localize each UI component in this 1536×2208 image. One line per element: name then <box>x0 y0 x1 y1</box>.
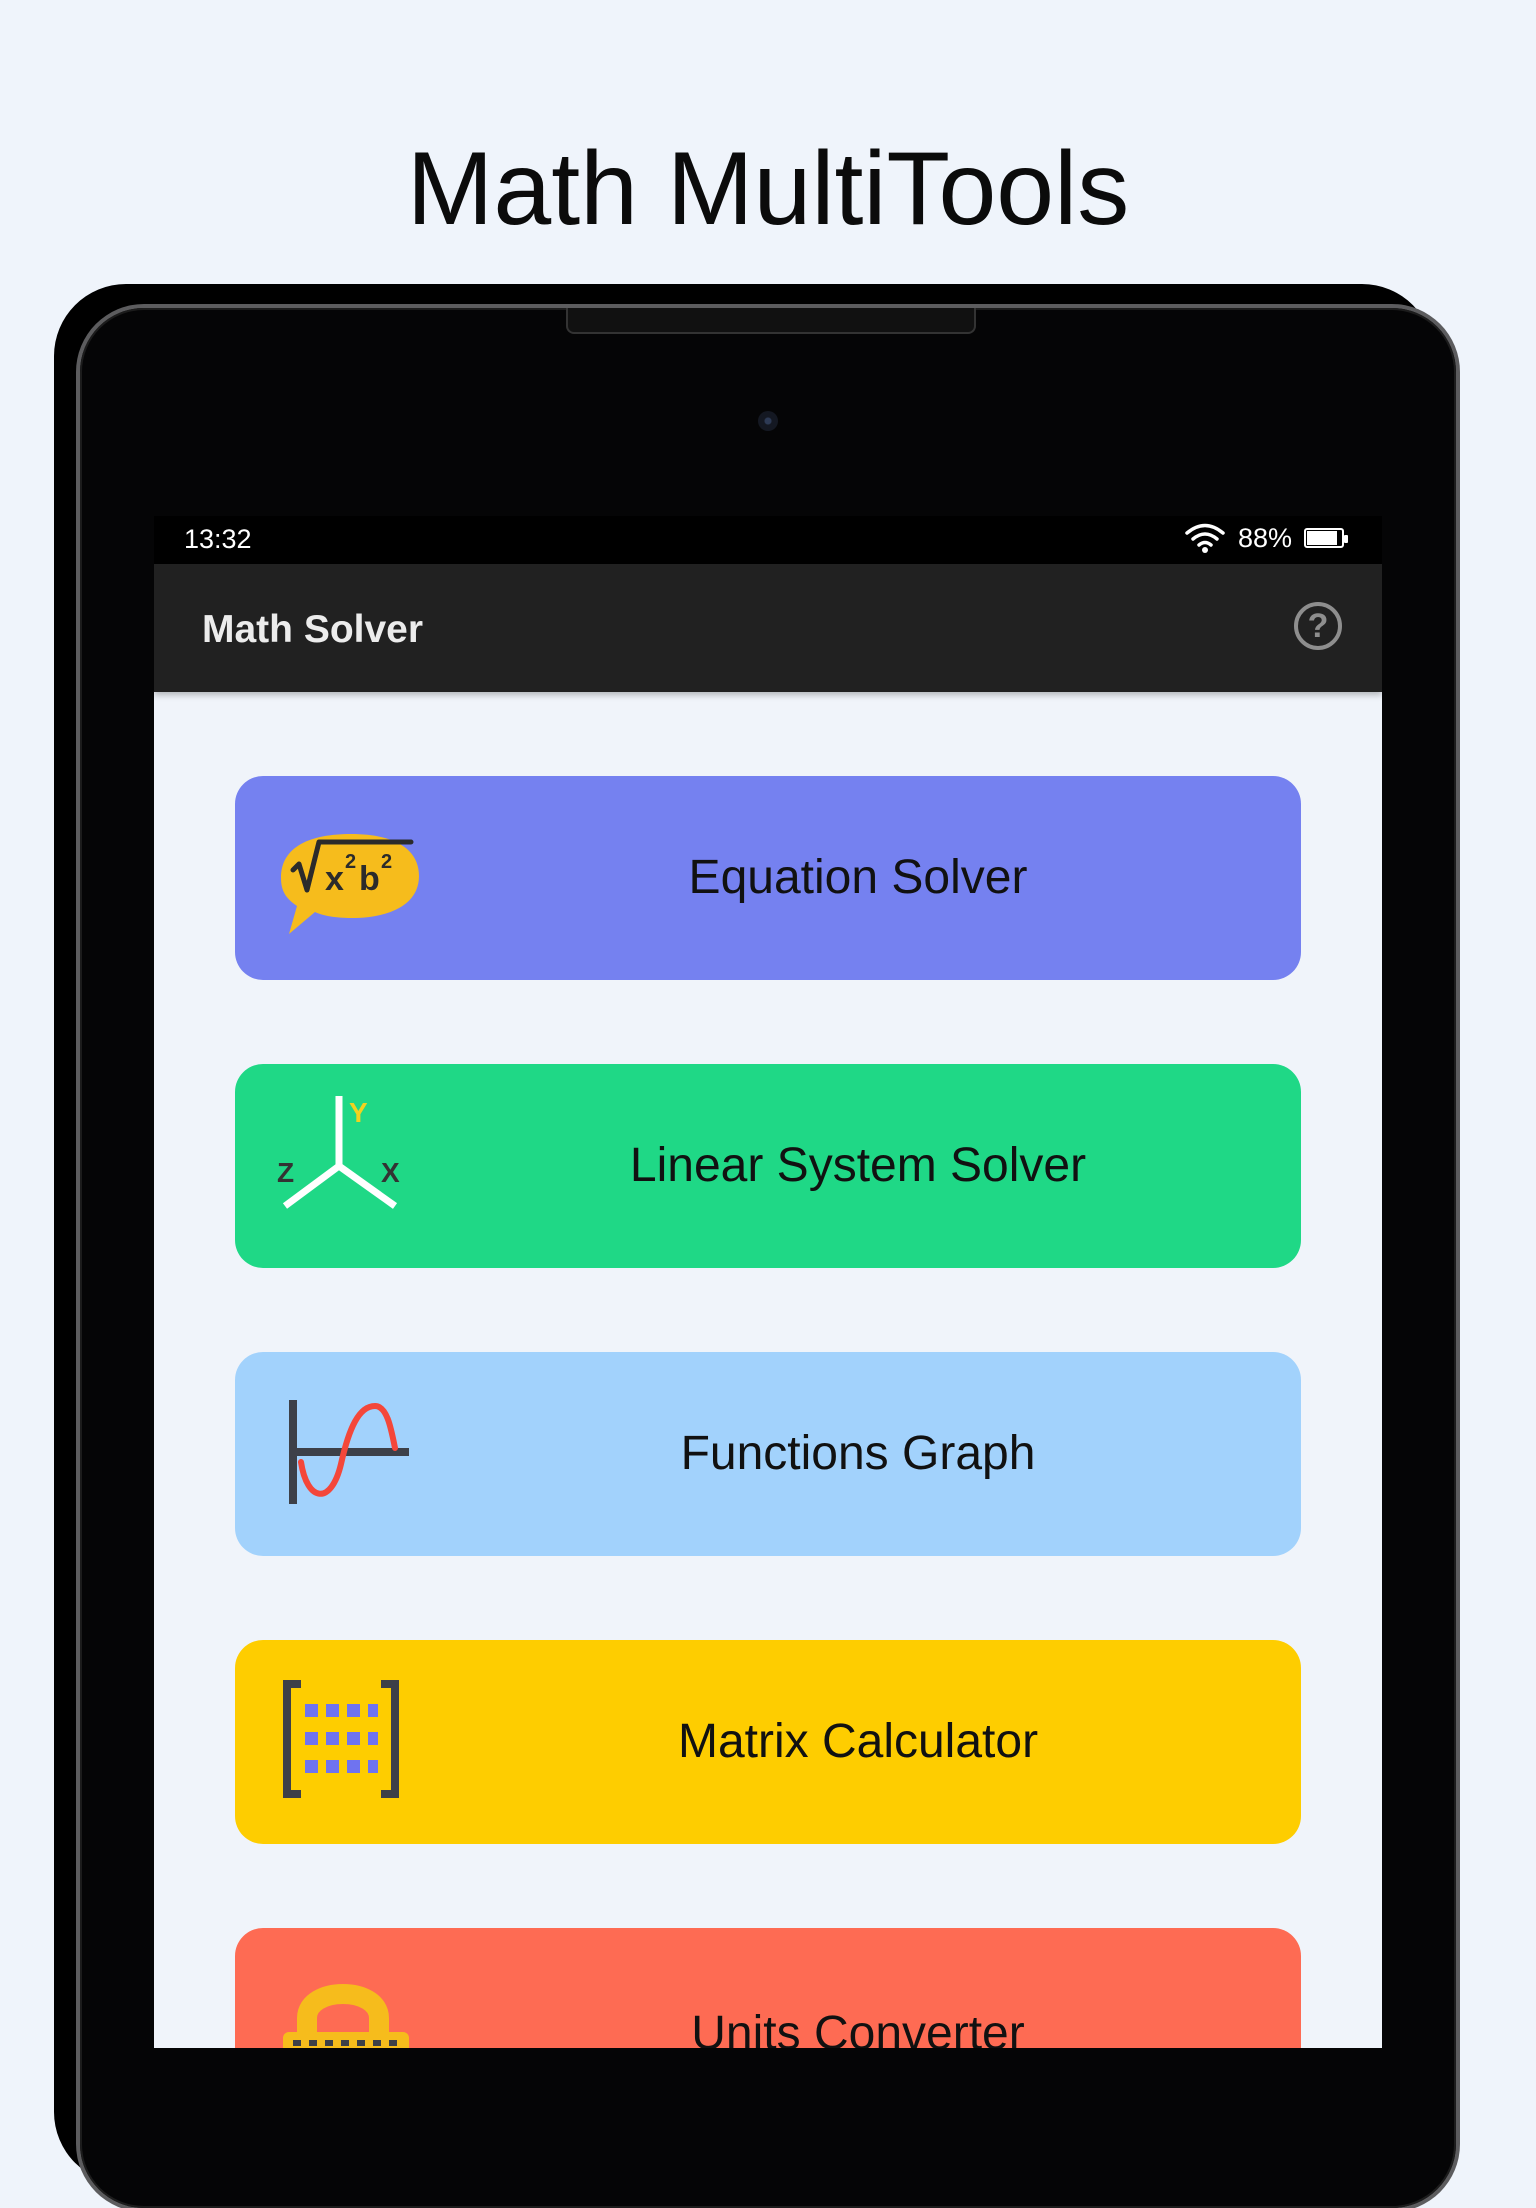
svg-text:b: b <box>359 860 380 898</box>
sine-graph-icon <box>289 1400 409 1504</box>
svg-text:2: 2 <box>381 851 392 873</box>
app-bar: Math Solver ? <box>154 564 1382 692</box>
svg-text:Z: Z <box>277 1157 294 1188</box>
svg-text:X: X <box>381 1157 400 1188</box>
app-screen: 13:32 88% Math Solver ? x 2 b 2 Equation… <box>154 516 1382 2048</box>
matrix-calculator-button[interactable]: Matrix Calculator <box>235 1640 1301 1844</box>
xyz-axes-icon: Y Z X <box>277 1096 400 1209</box>
help-circle-icon[interactable]: ? <box>1294 602 1342 650</box>
units-converter-label: Units Converter <box>691 2007 1025 2048</box>
linear-system-solver-label: Linear System Solver <box>629 1139 1087 1192</box>
linear-system-solver-button[interactable]: Y Z X Linear System Solver <box>235 1064 1301 1268</box>
status-indicators: 88% <box>1184 522 1348 554</box>
functions-graph-label: Functions Graph <box>680 1427 1036 1480</box>
functions-graph-button[interactable]: Functions Graph <box>235 1352 1301 1556</box>
matrix-brackets-icon <box>283 1680 399 1798</box>
matrix-calculator-label: Matrix Calculator <box>677 1715 1039 1768</box>
battery-icon <box>1304 528 1348 548</box>
units-converter-button[interactable]: Units Converter <box>235 1928 1301 2048</box>
units-converter-icon <box>283 1984 409 2048</box>
promo-headline: Math MultiTools <box>406 131 1130 247</box>
wifi-icon <box>1185 523 1225 553</box>
battery-percent: 88% <box>1237 522 1292 553</box>
equation-solver-button[interactable]: x 2 b 2 Equation Solver <box>235 776 1301 980</box>
status-time: 13:32 <box>184 524 252 554</box>
front-camera <box>758 411 778 431</box>
svg-text:x: x <box>325 860 344 898</box>
app-title: Math Solver <box>202 608 424 651</box>
tablet-notch <box>566 308 976 334</box>
battery-level-fill <box>1307 531 1337 545</box>
svg-text:2: 2 <box>345 851 356 873</box>
equation-bubble-icon: x 2 b 2 <box>281 834 419 934</box>
equation-solver-label: Equation Solver <box>688 851 1028 904</box>
svg-text:Y: Y <box>349 1097 368 1128</box>
status-bar: 13:32 88% <box>154 516 1382 564</box>
